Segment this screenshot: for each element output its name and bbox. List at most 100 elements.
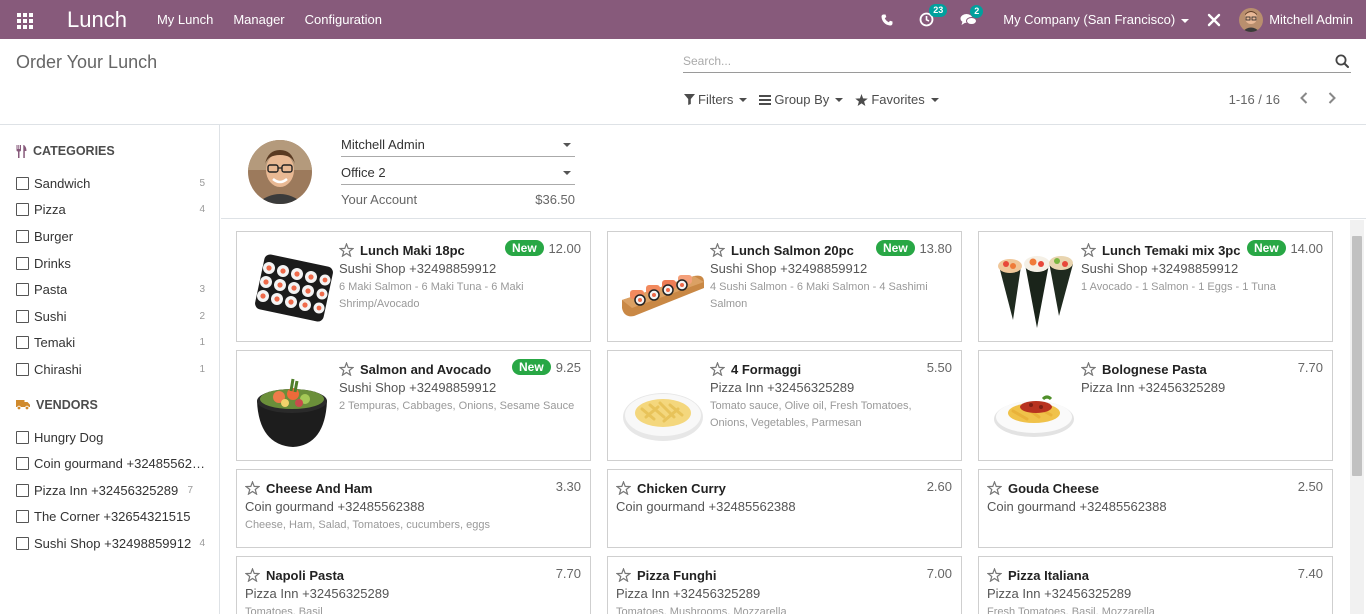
checkbox[interactable] bbox=[16, 362, 29, 376]
account-label: Your Account bbox=[341, 192, 418, 207]
vendor-item[interactable]: Pizza Inn +32456325289 7 bbox=[0, 477, 219, 504]
product-price: 2.60 bbox=[926, 479, 952, 494]
vendor-item[interactable]: Coin gourmand +32485562388 bbox=[0, 450, 219, 477]
debug-tools-icon[interactable] bbox=[1207, 13, 1221, 27]
checkbox[interactable] bbox=[16, 336, 29, 350]
checkbox[interactable] bbox=[16, 203, 29, 217]
pager-next-button[interactable] bbox=[1328, 92, 1336, 107]
product-price: 14.00 bbox=[1290, 241, 1323, 256]
product-description: 4 Sushi Salmon - 6 Maki Salmon - 4 Sashi… bbox=[710, 281, 928, 310]
pager: 1-16 / 16 bbox=[1229, 92, 1336, 107]
product-card[interactable]: Cheese And Ham Coin gourmand +3248556238… bbox=[236, 469, 591, 548]
vendor-item[interactable]: The Corner +32654321515 bbox=[0, 504, 219, 531]
vendors-list: Hungry Dog Coin gourmand +32485562388 Pi… bbox=[0, 424, 219, 557]
new-badge: New bbox=[876, 240, 915, 256]
category-item[interactable]: Drinks bbox=[0, 250, 219, 277]
product-name: Lunch Temaki mix 3pc bbox=[1102, 242, 1241, 258]
category-item[interactable]: Pizza 4 bbox=[0, 197, 219, 224]
checkbox[interactable] bbox=[16, 229, 29, 243]
product-card[interactable]: Pizza Funghi Pizza Inn +32456325289 Toma… bbox=[607, 556, 962, 614]
checkbox[interactable] bbox=[16, 283, 29, 297]
category-item[interactable]: Burger bbox=[0, 223, 219, 250]
product-card[interactable]: Pizza Italiana Pizza Inn +32456325289 Fr… bbox=[978, 556, 1333, 614]
scrollbar-thumb[interactable] bbox=[1352, 236, 1362, 476]
checkbox[interactable] bbox=[16, 430, 29, 444]
app-brand[interactable]: Lunch bbox=[67, 7, 127, 33]
messaging-chat-icon[interactable]: 2 bbox=[960, 4, 984, 27]
product-vendor: Coin gourmand +32485562388 bbox=[616, 499, 796, 514]
search-options: Filters Group By Favorites bbox=[684, 92, 951, 107]
product-vendor: Pizza Inn +32456325289 bbox=[987, 586, 1132, 601]
product-card[interactable]: Bolognese Pasta Pizza Inn +32456325289 7… bbox=[978, 350, 1333, 461]
product-description: Tomatoes, Mushrooms, Mozzarella bbox=[616, 606, 787, 614]
star-outline-icon[interactable] bbox=[339, 243, 354, 257]
search-icon[interactable] bbox=[1335, 54, 1349, 71]
product-name: Chicken Curry bbox=[637, 480, 726, 496]
checkbox[interactable] bbox=[16, 176, 29, 190]
category-item[interactable]: Sandwich 5 bbox=[0, 170, 219, 197]
vendors-title: VENDORS bbox=[36, 397, 98, 412]
category-item[interactable]: Temaki 1 bbox=[0, 330, 219, 357]
activity-clock-icon[interactable]: 23 bbox=[919, 4, 948, 27]
star-outline-icon[interactable] bbox=[616, 481, 631, 495]
star-outline-icon[interactable] bbox=[987, 568, 1002, 582]
product-body: 4 Formaggi Pizza Inn +32456325289 Tomato… bbox=[710, 359, 951, 432]
product-card[interactable]: Lunch Maki 18pc Sushi Shop +32498859912 … bbox=[236, 231, 591, 342]
chevron-down-icon bbox=[1181, 18, 1190, 23]
star-outline-icon[interactable] bbox=[339, 362, 354, 376]
page-title: Order Your Lunch bbox=[16, 52, 158, 72]
category-item[interactable]: Sushi 2 bbox=[0, 303, 219, 330]
checkbox[interactable] bbox=[16, 536, 29, 550]
groupby-bars-icon bbox=[759, 94, 772, 105]
category-item[interactable]: Pasta 3 bbox=[0, 276, 219, 303]
product-card[interactable]: Chicken Curry Coin gourmand +32485562388… bbox=[607, 469, 962, 548]
vendor-label: The Corner +32654321515 bbox=[34, 509, 191, 525]
favorites-dropdown[interactable]: Favorites bbox=[855, 92, 939, 107]
pager-value[interactable]: 1-16 / 16 bbox=[1229, 92, 1280, 107]
menu-configuration[interactable]: Configuration bbox=[305, 12, 382, 27]
product-card[interactable]: Napoli Pasta Pizza Inn +32456325289 Toma… bbox=[236, 556, 591, 614]
star-outline-icon[interactable] bbox=[710, 362, 725, 376]
star-outline-icon[interactable] bbox=[1081, 243, 1096, 257]
product-card[interactable]: Salmon and Avocado Sushi Shop +324988599… bbox=[236, 350, 591, 461]
checkbox[interactable] bbox=[16, 483, 29, 497]
user-menu[interactable]: Mitchell Admin bbox=[1239, 7, 1353, 32]
pager-previous-button[interactable] bbox=[1300, 92, 1308, 107]
user-select[interactable]: Mitchell Admin bbox=[341, 135, 575, 157]
phone-icon[interactable] bbox=[881, 14, 893, 26]
star-outline-icon[interactable] bbox=[245, 481, 260, 495]
star-outline-icon[interactable] bbox=[987, 481, 1002, 495]
search-input[interactable] bbox=[683, 51, 1313, 71]
product-name: Pizza Italiana bbox=[1008, 567, 1089, 583]
chevron-down-icon bbox=[739, 97, 748, 102]
apps-grid-icon bbox=[17, 12, 33, 29]
menu-my-lunch[interactable]: My Lunch bbox=[157, 12, 213, 27]
product-body: Lunch Maki 18pc Sushi Shop +32498859912 … bbox=[339, 240, 580, 313]
product-card[interactable]: Gouda Cheese Coin gourmand +32485562388 … bbox=[978, 469, 1333, 548]
product-card[interactable]: 4 Formaggi Pizza Inn +32456325289 Tomato… bbox=[607, 350, 962, 461]
checkbox[interactable] bbox=[16, 457, 29, 471]
account-value: $36.50 bbox=[535, 192, 575, 207]
product-name: Lunch Maki 18pc bbox=[360, 242, 465, 258]
product-card[interactable]: Lunch Salmon 20pc Sushi Shop +3249885991… bbox=[607, 231, 962, 342]
category-item[interactable]: Chirashi 1 bbox=[0, 356, 219, 383]
star-outline-icon[interactable] bbox=[710, 243, 725, 257]
product-card[interactable]: Lunch Temaki mix 3pc Sushi Shop +3249885… bbox=[978, 231, 1333, 342]
vendor-count: 4 bbox=[199, 537, 205, 549]
groupby-label: Group By bbox=[774, 92, 830, 107]
checkbox[interactable] bbox=[16, 256, 29, 270]
star-outline-icon[interactable] bbox=[616, 568, 631, 582]
location-select[interactable]: Office 2 bbox=[341, 163, 575, 185]
checkbox[interactable] bbox=[16, 510, 29, 524]
apps-menu-button[interactable] bbox=[0, 0, 50, 39]
menu-manager[interactable]: Manager bbox=[233, 12, 284, 27]
star-outline-icon[interactable] bbox=[1081, 362, 1096, 376]
filters-dropdown[interactable]: Filters bbox=[684, 92, 748, 107]
vendor-item[interactable]: Hungry Dog bbox=[0, 424, 219, 451]
checkbox[interactable] bbox=[16, 309, 29, 323]
product-price: 9.25 bbox=[555, 360, 581, 375]
vendor-item[interactable]: Sushi Shop +32498859912 4 bbox=[0, 530, 219, 557]
groupby-dropdown[interactable]: Group By bbox=[759, 92, 844, 107]
star-outline-icon[interactable] bbox=[245, 568, 260, 582]
company-switcher[interactable]: My Company (San Francisco) bbox=[1003, 12, 1190, 27]
